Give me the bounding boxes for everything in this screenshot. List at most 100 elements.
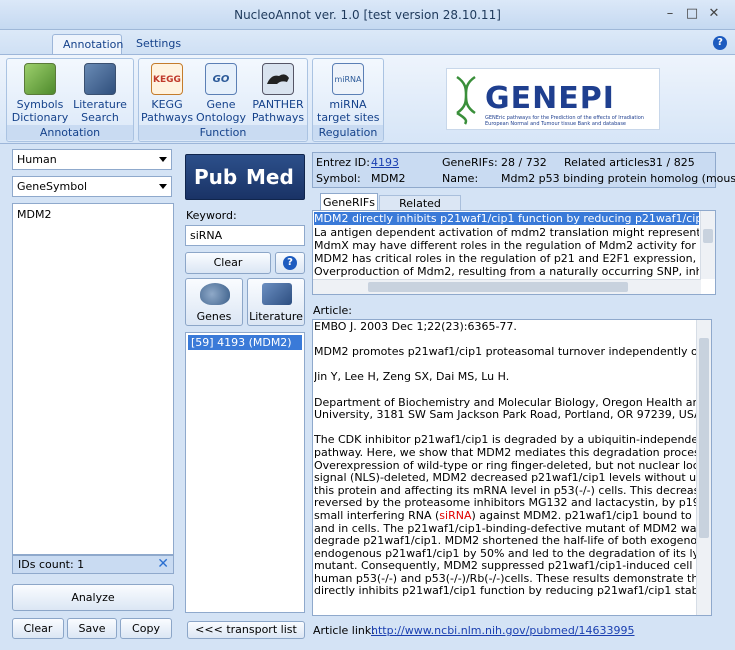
list-item[interactable]: [59] 4193 (MDM2): [188, 335, 302, 350]
article-line: reversed by the proteasome inhibitors MG…: [314, 497, 698, 510]
article-line: The CDK inhibitor p21waf1/cip1 is degrad…: [314, 434, 698, 447]
article-line: this protein and affecting its mRNA leve…: [314, 484, 698, 497]
genepi-logo-subtitle: GENEric pathways for the Prediction of t…: [485, 115, 644, 127]
literature-search-icon: [84, 63, 116, 95]
dna-helix-icon: [456, 75, 476, 125]
article-line: degrade p21waf1/cip1. MDM2 shortened the…: [314, 535, 698, 548]
keyword-clear-button[interactable]: Clear: [185, 252, 271, 274]
list-item[interactable]: Overproduction of Mdm2, resulting from a…: [314, 265, 699, 278]
kegg-icon: KEGG: [151, 63, 183, 95]
symbols-dictionary-button[interactable]: Symbols Dictionary: [9, 63, 71, 124]
article-line: EMBO J. 2003 Dec 1;22(23):6365-77.: [314, 321, 517, 333]
generifs-hscrollbar[interactable]: [313, 279, 701, 294]
organism-select[interactable]: Human: [12, 149, 172, 170]
title-bar: NucleoAnnot ver. 1.0 [test version 28.10…: [0, 0, 735, 30]
gene-ontology-button[interactable]: GO Gene Ontology: [195, 63, 247, 124]
entrez-label: Entrez ID:: [316, 156, 370, 169]
gene-list[interactable]: MDM2: [12, 203, 174, 555]
article-line: Jin Y, Lee H, Zeng SX, Dai MS, Lu H.: [314, 371, 510, 384]
article-link[interactable]: http://www.ncbi.nlm.nih.gov/pubmed/14633…: [371, 624, 635, 637]
maximize-button[interactable]: □: [683, 6, 701, 22]
generifs-vscrollbar[interactable]: [700, 211, 715, 279]
gene-ontology-label: Gene Ontology: [196, 98, 246, 124]
keyword-input[interactable]: siRNA: [185, 225, 305, 246]
ribbon-group-annotation: Symbols Dictionary Literature Search Ann…: [6, 58, 134, 142]
ribbon-group-function: KEGG KEGG Pathways GO Gene Ontology PANT…: [138, 58, 308, 142]
tab-generifs[interactable]: GeneRIFs: [320, 193, 378, 211]
article-line: pathway. Here, we show that MDM2 mediate…: [314, 446, 698, 459]
literature-search-button[interactable]: Literature Search: [69, 63, 131, 124]
scroll-thumb[interactable]: [699, 338, 709, 538]
name-label: Name:: [442, 172, 479, 185]
article-line: mutant. Consequently, MDM2 suppressed p2…: [314, 560, 698, 573]
keyword-label: Keyword:: [186, 209, 237, 222]
help-icon[interactable]: ?: [713, 36, 727, 50]
generifs-list[interactable]: MDM2 directly inhibits p21waf1/cip1 func…: [312, 210, 716, 295]
article-line: Department of Biochemistry and Molecular…: [314, 396, 698, 409]
genes-button-label: Genes: [196, 310, 232, 323]
save-button[interactable]: Save: [67, 618, 117, 639]
symbols-dictionary-label: Symbols Dictionary: [11, 98, 69, 124]
ids-count: IDs count: 1: [18, 558, 85, 571]
article-line: directly inhibits p21waf1/cip1 function …: [314, 585, 698, 598]
keyword-help-button[interactable]: ?: [275, 252, 305, 274]
close-button[interactable]: ✕: [705, 6, 723, 22]
literature-button[interactable]: Literature: [247, 278, 305, 326]
article-line: [314, 359, 698, 372]
article-line: Overexpression of wild-type or ring fing…: [314, 459, 698, 472]
genepi-logo: GENEPI GENEric pathways for the Predicti…: [446, 68, 660, 130]
copy-button[interactable]: Copy: [120, 618, 172, 639]
transport-list-button[interactable]: <<< transport list: [187, 621, 305, 639]
related-label: Related articles:: [564, 156, 654, 169]
mirna-icon: miRNA: [332, 63, 364, 95]
tab-annotation[interactable]: Annotation: [52, 34, 123, 54]
panther-pathways-button[interactable]: PANTHER Pathways: [249, 63, 307, 124]
list-item[interactable]: MDM2: [17, 208, 51, 221]
scroll-thumb[interactable]: [368, 282, 628, 292]
article-line: MDM2 promotes p21waf1/cip1 proteasomal t…: [314, 346, 698, 359]
id-type-select[interactable]: GeneSymbol: [12, 176, 172, 197]
ids-count-bar: IDs count: 1 ✕: [12, 555, 174, 574]
genes-button[interactable]: Genes: [185, 278, 243, 326]
chevron-down-icon: [159, 184, 167, 189]
list-item[interactable]: La antigen dependent activation of mdm2 …: [314, 226, 699, 239]
panther-icon: [262, 63, 294, 95]
results-list[interactable]: [59] 4193 (MDM2): [185, 332, 305, 613]
article-line: [314, 422, 698, 435]
literature-search-label: Literature Search: [73, 98, 127, 124]
clear-button[interactable]: Clear: [12, 618, 64, 639]
analyze-button[interactable]: Analyze: [12, 584, 174, 611]
window-title: NucleoAnnot ver. 1.0 [test version 28.10…: [234, 8, 501, 22]
scroll-thumb[interactable]: [703, 229, 713, 243]
entrez-link[interactable]: 4193: [371, 156, 399, 169]
list-item[interactable]: MDM2 directly inhibits p21waf1/cip1 func…: [314, 212, 699, 225]
related-count: 31 / 825: [649, 156, 695, 169]
article-line: signal (NLS)-deleted, MDM2 decreased p21…: [314, 472, 698, 485]
minimize-button[interactable]: –: [661, 6, 679, 22]
list-item[interactable]: MDM2 has critical roles in the regulatio…: [314, 252, 699, 265]
kegg-pathways-label: KEGG Pathways: [141, 98, 194, 124]
literature-button-label: Literature: [249, 310, 303, 323]
article-text[interactable]: EMBO J. 2003 Dec 1;22(23):6365-77. MDM2 p…: [312, 319, 712, 616]
article-body: EMBO J. 2003 Dec 1;22(23):6365-77. MDM2 p…: [314, 321, 698, 598]
chevron-down-icon: [159, 157, 167, 162]
generifs-label: GeneRIFs:: [442, 156, 498, 169]
list-item[interactable]: MdmX may have different roles in the reg…: [314, 239, 699, 252]
article-vscrollbar[interactable]: [696, 320, 711, 615]
group-label-function: Function: [139, 125, 307, 140]
kegg-pathways-button[interactable]: KEGG KEGG Pathways: [141, 63, 193, 124]
article-line: [314, 334, 698, 347]
ribbon-group-regulation: miRNA miRNA target sites Regulation: [312, 58, 384, 142]
organism-select-value: Human: [17, 153, 57, 166]
tab-related-articles[interactable]: Related articles: [379, 195, 461, 225]
genes-icon: [200, 283, 230, 305]
tab-settings[interactable]: Settings: [126, 34, 186, 54]
go-icon: GO: [205, 63, 237, 95]
keyword-highlight: siRNA: [439, 509, 472, 522]
clear-ids-icon[interactable]: ✕: [157, 556, 169, 572]
article-line: human p53(-/-) and p53(-/-)/Rb(-/-)cells…: [314, 572, 698, 585]
name-value: Mdm2 p53 binding protein homolog (mouse): [501, 172, 735, 185]
article-line: [314, 384, 698, 397]
mirna-target-sites-button[interactable]: miRNA miRNA target sites: [317, 63, 380, 124]
group-label-regulation: Regulation: [313, 125, 383, 140]
